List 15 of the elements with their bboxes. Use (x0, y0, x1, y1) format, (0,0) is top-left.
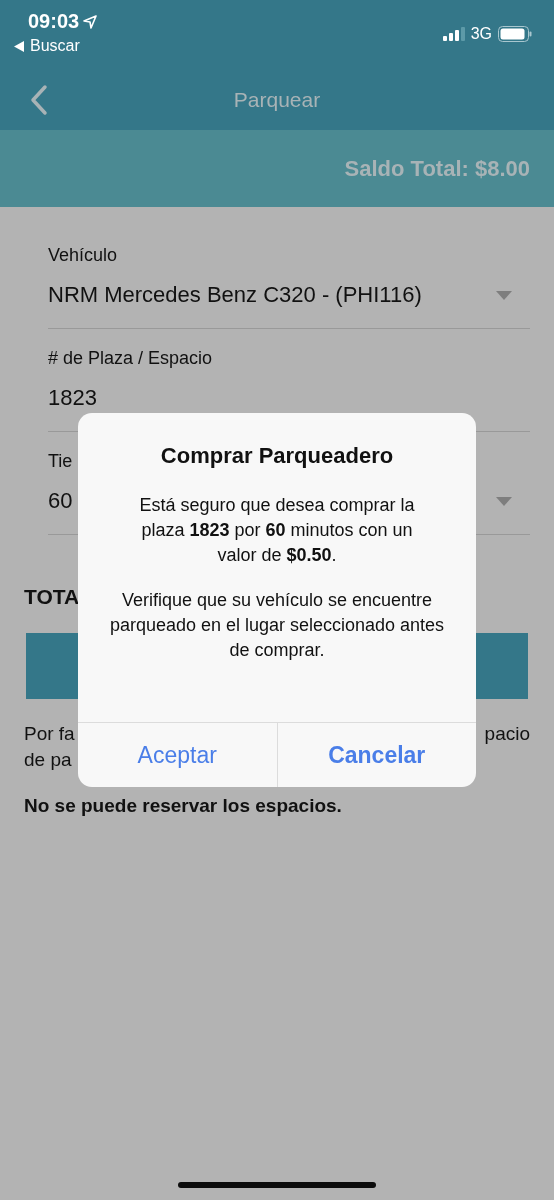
warning-text: No se puede reservar los espacios. (24, 795, 342, 817)
note-text: Por fa (24, 722, 75, 746)
balance-total: Saldo Total: $8.00 (344, 155, 530, 182)
dialog-title: Comprar Parqueadero (160, 443, 394, 469)
field-label: Tie (48, 450, 73, 472)
dialog-message: Está seguro que desea comprar la plaza 1823 por 60 minutos con un valor de $0.50. (138, 494, 416, 567)
note-text: pacio (484, 722, 530, 746)
note-text: de pa (24, 748, 72, 772)
network-type: 3G (470, 25, 492, 43)
dialog-message: Verifique que su vehículo se encuentre parqueado en el lugar seleccionado antes de comprar. (108, 589, 446, 662)
clock-time: 09:03 (28, 10, 80, 33)
total-label: TOTA (24, 585, 80, 609)
screen-title: Parquear (232, 88, 322, 112)
field-label: Vehículo (48, 244, 118, 266)
field-label: # de Plaza / Espacio (48, 347, 213, 369)
